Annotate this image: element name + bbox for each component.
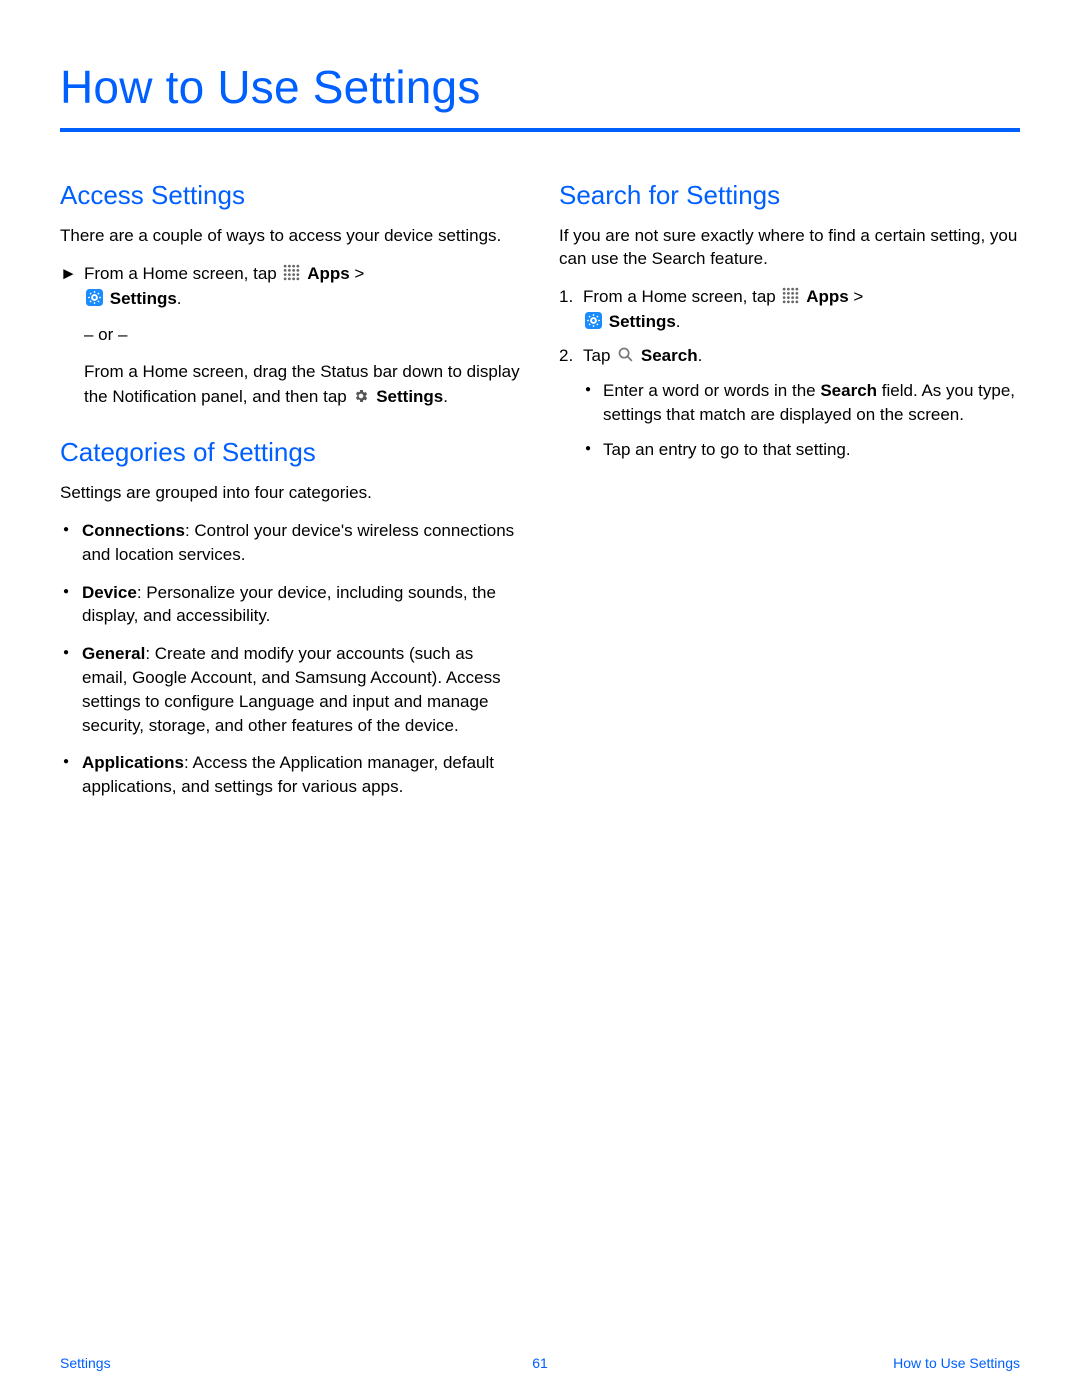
list-item: Enter a word or words in the Search fiel…: [583, 379, 1020, 427]
right-column: Search for Settings If you are not sure …: [559, 176, 1020, 813]
categories-intro: Settings are grouped into four categorie…: [60, 482, 521, 505]
access-intro: There are a couple of ways to access you…: [60, 225, 521, 248]
or-text: – or –: [84, 323, 521, 348]
settings-gear-blue-icon: [585, 312, 602, 329]
apps-grid-icon: [283, 264, 300, 281]
step-text: From a Home screen, tap: [583, 287, 780, 306]
step-number: 1.: [559, 285, 583, 334]
cat-text: : Personalize your device, including sou…: [82, 583, 496, 626]
gt: >: [849, 287, 864, 306]
search-step-2: 2. Tap Search. Enter a word or words in …: [559, 344, 1020, 474]
search-step-1: 1. From a Home screen, tap Apps > Settin…: [559, 285, 1020, 334]
footer-left: Settings: [60, 1355, 111, 1371]
page-title: How to Use Settings: [60, 60, 1020, 114]
title-rule: [60, 128, 1020, 132]
cat-text: : Create and modify your accounts (such …: [82, 644, 501, 734]
alt-step-text: From a Home screen, drag the Status bar …: [84, 362, 520, 406]
step-text: Tap: [583, 346, 615, 365]
step-text: From a Home screen, tap: [84, 264, 281, 283]
search-intro: If you are not sure exactly where to fin…: [559, 225, 1020, 271]
apps-label: Apps: [806, 287, 849, 306]
list-item: Device: Personalize your device, includi…: [60, 581, 521, 629]
gt: >: [350, 264, 365, 283]
settings-label-2: Settings: [376, 387, 443, 406]
period: .: [443, 387, 448, 406]
period: .: [177, 289, 182, 308]
cat-label: Connections: [82, 521, 185, 540]
list-item: Connections: Control your device's wirel…: [60, 519, 521, 567]
cat-label: Device: [82, 583, 137, 602]
categories-list: Connections: Control your device's wirel…: [60, 519, 521, 799]
heading-access-settings: Access Settings: [60, 180, 521, 211]
search-steps: 1. From a Home screen, tap Apps > Settin…: [559, 285, 1020, 474]
settings-label: Settings: [110, 289, 177, 308]
list-item: Applications: Access the Application man…: [60, 751, 521, 799]
left-column: Access Settings There are a couple of wa…: [60, 176, 521, 813]
apps-label: Apps: [307, 264, 350, 283]
step-number: 2.: [559, 344, 583, 474]
apps-grid-icon: [782, 287, 799, 304]
footer-right: How to Use Settings: [893, 1355, 1020, 1371]
footer-page-number: 61: [532, 1355, 548, 1371]
search-label: Search: [641, 346, 698, 365]
settings-label: Settings: [609, 312, 676, 331]
list-item: Tap an entry to go to that setting.: [583, 438, 1020, 462]
settings-gear-icon: [353, 388, 369, 404]
heading-categories: Categories of Settings: [60, 437, 521, 468]
search-bold: Search: [820, 381, 877, 400]
sub-text: Tap an entry to go to that setting.: [603, 440, 851, 459]
search-icon: [617, 346, 634, 363]
settings-gear-blue-icon: [86, 289, 103, 306]
list-item: General: Create and modify your accounts…: [60, 642, 521, 737]
search-sub-list: Enter a word or words in the Search fiel…: [583, 379, 1020, 462]
cat-label: Applications: [82, 753, 184, 772]
access-step: ► From a Home screen, tap Apps > Setting…: [60, 262, 521, 409]
period: .: [698, 346, 703, 365]
cat-label: General: [82, 644, 145, 663]
sub-text: Enter a word or words in the: [603, 381, 820, 400]
access-steps: ► From a Home screen, tap Apps > Setting…: [60, 262, 521, 409]
page-footer: Settings 61 How to Use Settings: [0, 1355, 1080, 1371]
triangle-marker-icon: ►: [60, 262, 84, 409]
heading-search-settings: Search for Settings: [559, 180, 1020, 211]
period: .: [676, 312, 681, 331]
